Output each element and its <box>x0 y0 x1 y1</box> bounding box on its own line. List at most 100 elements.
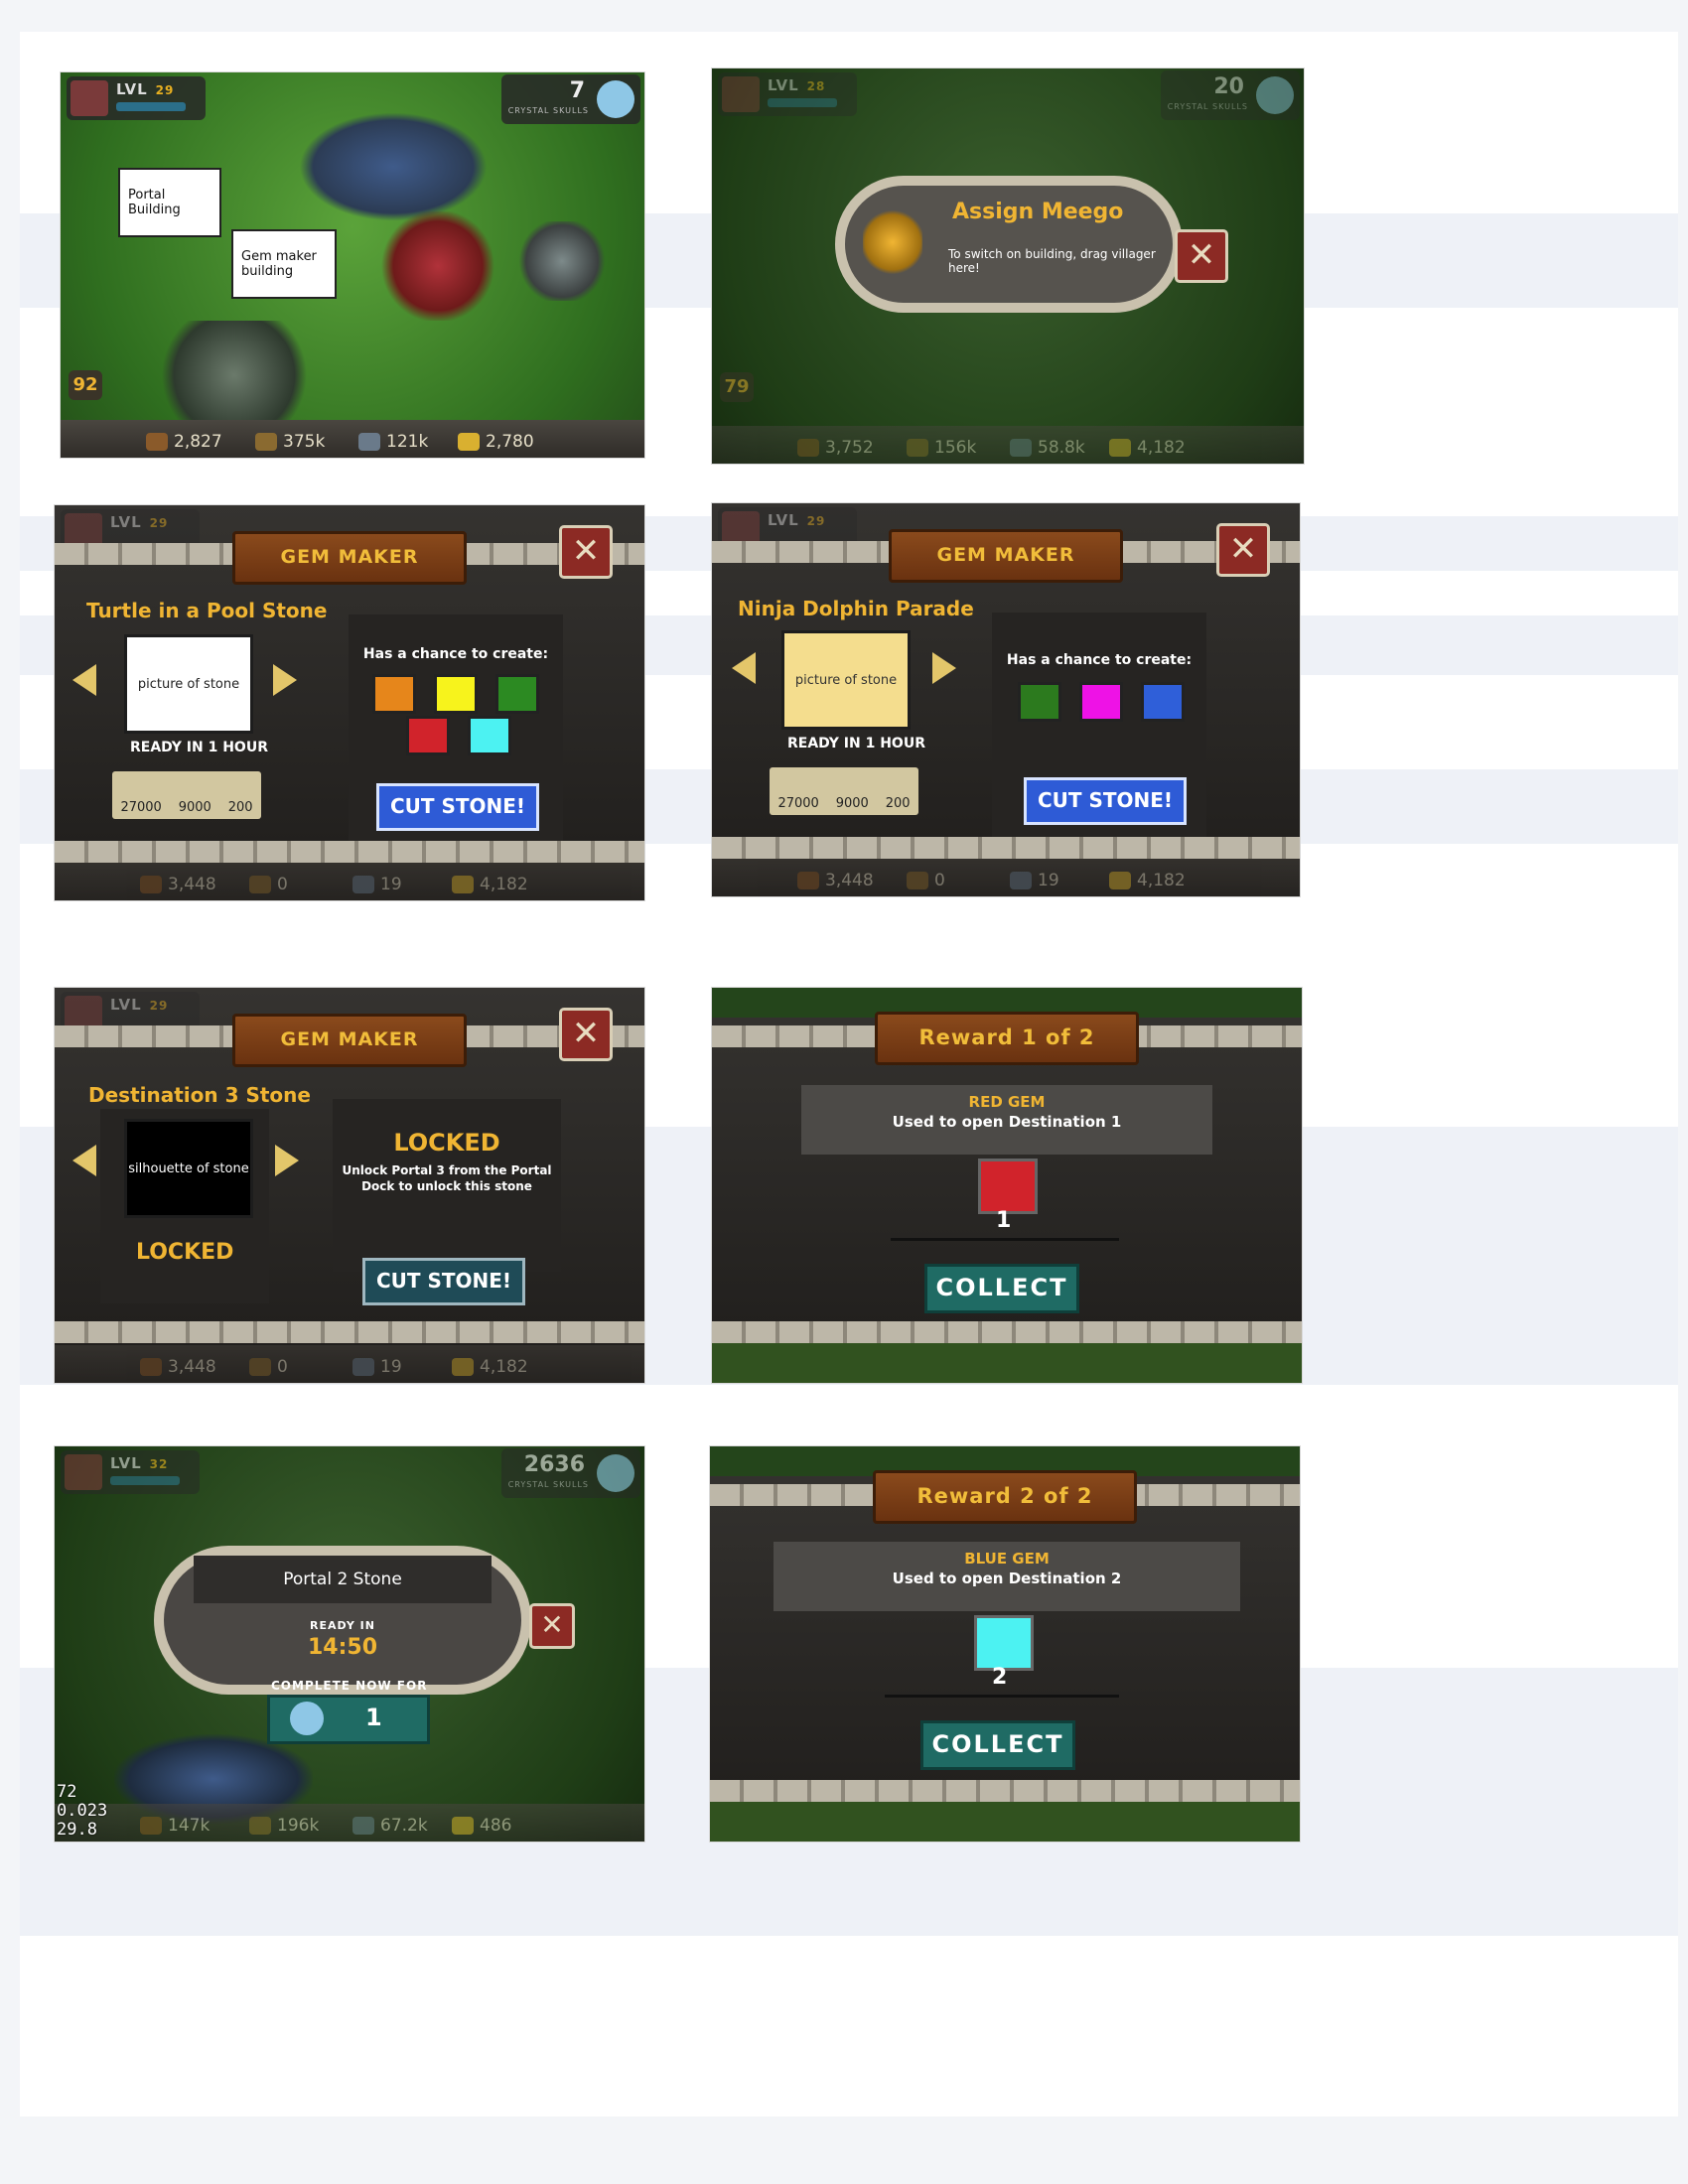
cost-stone: 9000 <box>835 796 869 811</box>
level-label: LVL <box>116 80 148 98</box>
stone-name: Destination 3 Stone <box>88 1083 311 1107</box>
close-button[interactable]: ✕ <box>559 1008 613 1061</box>
next-arrow-icon[interactable] <box>273 664 297 696</box>
level-indicator: LVL 29 <box>67 76 206 120</box>
previous-arrow-icon[interactable] <box>72 1145 96 1176</box>
resource-value: 3,448 <box>168 875 216 894</box>
cut-stone-button[interactable]: CUT STONE! <box>362 1258 525 1305</box>
stone-name: Ninja Dolphin Parade <box>738 597 974 620</box>
level-number: 28 <box>806 79 826 93</box>
complete-now-button[interactable]: 1 <box>267 1695 430 1744</box>
screenshot-assign-meego: LVL 28 20 CRYSTAL SKULLS 79 Assign Meego … <box>711 68 1305 465</box>
gem-description: Used to open Destination 1 <box>892 1113 1122 1131</box>
reward-info: RED GEM Used to open Destination 1 <box>801 1085 1212 1155</box>
collect-button[interactable]: COLLECT <box>924 1264 1079 1313</box>
villager-count-badge[interactable]: 92 <box>69 370 102 400</box>
gold-icon <box>452 1817 474 1835</box>
avatar[interactable] <box>722 76 760 112</box>
ready-time: READY IN 1 HOUR <box>787 736 925 751</box>
resource-value: 0 <box>277 875 288 894</box>
next-arrow-icon[interactable] <box>932 652 956 684</box>
screenshot-gem-maker-turtle: LVL 29 GEM MAKER ✕ Turtle in a Pool Stone… <box>54 504 645 901</box>
top-bar: LVL 29 7 CRYSTAL SKULLS <box>61 72 644 134</box>
resource-value: 3,448 <box>825 871 874 890</box>
resource-value: 58.8k <box>1038 438 1085 458</box>
gem-swatch <box>495 674 539 714</box>
resource-value: 4,182 <box>1137 438 1186 458</box>
callout-gem-maker-building: Gem maker building <box>231 229 337 299</box>
panel-banner: GEM MAKER <box>232 1014 467 1067</box>
drumstick-icon <box>140 876 162 893</box>
drumstick-icon <box>797 872 819 889</box>
stone-border-bottom <box>55 841 644 863</box>
resource-gold: 486 <box>452 1816 511 1836</box>
resource-value: 19 <box>380 875 402 894</box>
cost-stone: 9000 <box>178 800 211 815</box>
resource-wood: 0 <box>249 875 288 894</box>
avatar[interactable] <box>70 80 108 116</box>
close-button[interactable]: ✕ <box>529 1603 575 1649</box>
ready-countdown: 14:50 <box>307 1635 378 1660</box>
xp-bar <box>110 1476 180 1485</box>
cut-stone-button[interactable]: CUT STONE! <box>1024 777 1187 825</box>
resource-value: 0 <box>277 1357 288 1377</box>
resource-gold: 4,182 <box>1109 438 1186 458</box>
close-button[interactable]: ✕ <box>1175 229 1228 283</box>
next-arrow-icon[interactable] <box>275 1145 299 1176</box>
avatar[interactable] <box>65 1454 102 1490</box>
resource-food: 3,448 <box>797 871 874 890</box>
reward-banner: Reward 2 of 2 <box>873 1470 1137 1524</box>
level-number: 29 <box>806 514 826 528</box>
villager-count-badge[interactable]: 79 <box>720 372 754 402</box>
resource-value: 67.2k <box>380 1816 428 1836</box>
screenshot-gem-maker-locked: LVL 29 GEM MAKER ✕ Destination 3 Stone si… <box>54 987 645 1384</box>
close-button[interactable]: ✕ <box>559 525 613 579</box>
resource-stone: 19 <box>352 875 402 894</box>
previous-arrow-icon[interactable] <box>72 664 96 696</box>
resource-value: 156k <box>934 438 977 458</box>
resource-value: 3,752 <box>825 438 874 458</box>
wood-icon <box>249 1358 271 1376</box>
chance-title: Has a chance to create: <box>1006 652 1193 668</box>
top-bar: LVL 28 20 CRYSTAL SKULLS <box>712 68 1304 130</box>
level-label: LVL <box>110 1454 142 1472</box>
reward-banner: Reward 1 of 2 <box>875 1012 1139 1065</box>
resource-gold: 4,182 <box>1109 871 1186 890</box>
crystal-skulls-counter[interactable]: 2636 CRYSTAL SKULLS <box>501 1448 640 1498</box>
close-button[interactable]: ✕ <box>1216 523 1270 577</box>
crystal-skulls-counter[interactable]: 20 CRYSTAL SKULLS <box>1161 70 1300 120</box>
ready-time: READY IN 1 HOUR <box>130 740 268 755</box>
gem-swatch <box>406 716 450 755</box>
gold-icon <box>452 1358 474 1376</box>
level-label: LVL <box>768 76 799 94</box>
gold-icon <box>452 876 474 893</box>
previous-arrow-icon[interactable] <box>732 652 756 684</box>
resource-value: 19 <box>1038 871 1059 890</box>
resource-value: 3,448 <box>168 1357 216 1377</box>
reward-gem <box>974 1615 1034 1671</box>
cut-stone-button[interactable]: CUT STONE! <box>376 783 539 831</box>
resource-bar: 147k 196k 67.2k 486 <box>55 1804 644 1842</box>
level-label: LVL <box>110 996 142 1014</box>
resource-food: 147k <box>140 1816 210 1836</box>
chance-title: Has a chance to create: <box>362 646 549 662</box>
collect-button[interactable]: COLLECT <box>920 1720 1075 1770</box>
resource-wood: 0 <box>907 871 945 890</box>
stone-silhouette: silhouette of stone <box>124 1119 253 1218</box>
resource-food: 3,448 <box>140 875 216 894</box>
portal-stone-dialog: Portal 2 Stone READY IN 14:50 <box>154 1546 531 1695</box>
complete-now-cost: 1 <box>365 1704 382 1731</box>
divider <box>891 1238 1119 1241</box>
dialog-text: To switch on building, drag villager her… <box>948 247 1156 275</box>
gem-swatch <box>1141 682 1185 722</box>
resource-stone: 121k <box>358 432 428 452</box>
dialog-title: Assign Meego <box>952 200 1124 224</box>
resource-value: 486 <box>480 1816 512 1836</box>
gem-name: RED GEM <box>968 1093 1046 1111</box>
level-number: 29 <box>155 83 175 97</box>
skulls-count: 7 <box>569 78 585 103</box>
stone-picture: picture of stone <box>781 630 911 730</box>
drumstick-icon <box>797 439 819 457</box>
crystal-skulls-counter[interactable]: 7 CRYSTAL SKULLS <box>501 74 640 124</box>
resource-value: 375k <box>283 432 326 452</box>
